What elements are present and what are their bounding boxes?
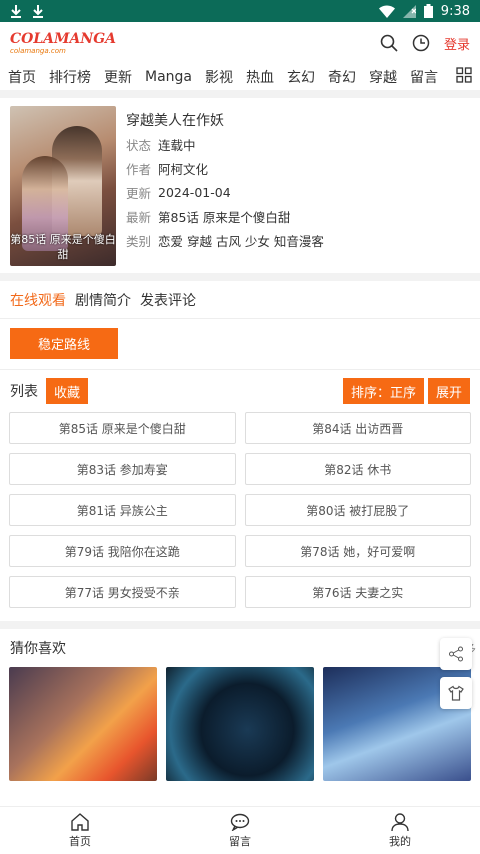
chapter-item[interactable]: 第79话 我陪你在这跪: [9, 535, 236, 567]
nav-item-hotblood[interactable]: 热血: [246, 67, 274, 87]
battery-icon: [423, 4, 433, 18]
bottom-tab-label: 首页: [69, 834, 91, 848]
user-icon: [390, 812, 410, 831]
home-icon: [70, 812, 90, 831]
chapter-item[interactable]: 第81话 异族公主: [9, 494, 236, 526]
recommend-cover[interactable]: [9, 667, 157, 781]
chapter-item[interactable]: 第83话 参加寿宴: [9, 453, 236, 485]
chapter-item[interactable]: 第77话 男女授受不亲: [9, 576, 236, 608]
book-cover[interactable]: 第85话 原来是个傻白甜: [10, 106, 116, 266]
bottom-tab-label: 我的: [389, 834, 411, 848]
cover-caption: 第85话 原来是个傻白甜: [10, 233, 116, 261]
logo-subtext: colamanga.com: [10, 46, 66, 55]
bottom-nav: 首页 留言 我的: [0, 806, 480, 854]
nav-item-xuanhuan[interactable]: 玄幻: [287, 67, 315, 87]
share-icon: [448, 646, 464, 662]
nav-item-messages[interactable]: 留言: [410, 67, 438, 87]
list-label: 列表: [10, 384, 38, 400]
chapter-item[interactable]: 第76话 夫妻之实: [244, 576, 471, 608]
stable-route-button[interactable]: 稳定路线: [10, 328, 118, 359]
share-button[interactable]: [440, 638, 472, 670]
nav-item-film[interactable]: 影视: [205, 67, 233, 87]
info-row-status: 状态 连载中: [126, 137, 196, 153]
nav-item-fantasy[interactable]: 奇幻: [328, 67, 356, 87]
chapter-item[interactable]: 第85话 原来是个傻白甜: [9, 412, 236, 444]
chapter-item[interactable]: 第82话 休书: [244, 453, 471, 485]
book-title: 穿越美人在作妖: [126, 113, 224, 129]
nav-item-manga[interactable]: Manga: [145, 69, 192, 85]
book-info: 第85话 原来是个傻白甜 穿越美人在作妖 状态 连载中 作者 阿柯文化 更新 2024…: [0, 98, 480, 273]
logo-text: COLAMANGA: [10, 30, 117, 47]
chapter-item[interactable]: 第84话 出访西晋: [244, 412, 471, 444]
clock-time: 9:38: [440, 3, 470, 19]
signal-icon: [402, 4, 416, 18]
expand-button[interactable]: 展开: [427, 378, 470, 404]
recommend-list: [0, 667, 480, 781]
chapter-list-bar: 列表 收藏 排序：正序 展开: [0, 370, 480, 412]
login-link[interactable]: 登录: [444, 34, 470, 53]
tab-watch-online[interactable]: 在线观看: [10, 290, 66, 310]
nav-item-home[interactable]: 首页: [8, 67, 36, 87]
nav-item-timetravel[interactable]: 穿越: [369, 67, 397, 87]
bottom-tab-profile[interactable]: 我的: [360, 812, 440, 849]
chapter-grid: 第85话 原来是个傻白甜 第84话 出访西晋 第83话 参加寿宴 第82话 休书…: [0, 412, 480, 621]
collect-button[interactable]: 收藏: [46, 378, 89, 404]
bottom-tab-home[interactable]: 首页: [40, 812, 120, 849]
recommend-cover[interactable]: [166, 667, 314, 781]
nav-item-updates[interactable]: 更新: [104, 67, 132, 87]
info-row-author: 作者 阿柯文化: [126, 161, 209, 177]
info-row-latest[interactable]: 最新 第85话 原来是个傻白甜: [126, 204, 470, 228]
tab-synopsis[interactable]: 剧情简介: [75, 290, 131, 310]
nav-item-ranking[interactable]: 排行榜: [49, 67, 91, 87]
bottom-tab-label: 留言: [229, 834, 251, 848]
info-row-updated: 更新 2024-01-04: [126, 184, 231, 201]
logo[interactable]: COLAMANGA colamanga.com: [10, 32, 116, 55]
sort-button[interactable]: 排序：正序: [342, 378, 424, 404]
grid-menu-icon[interactable]: [450, 67, 472, 83]
info-row-category: 类别 恋爱 穿越 古风 少女 知音漫客: [126, 233, 324, 249]
divider: [0, 90, 480, 98]
shirt-icon: [448, 685, 464, 701]
wifi-icon: [378, 5, 395, 18]
download-icon: [32, 4, 44, 18]
chapter-item[interactable]: 第78话 她，好可爱啊: [244, 535, 471, 567]
chat-icon: [230, 813, 250, 831]
tab-comment[interactable]: 发表评论: [140, 290, 196, 310]
divider: [0, 273, 480, 281]
chapter-item[interactable]: 第80话 被打屁股了: [244, 494, 471, 526]
recommend-header: 猜你喜欢 更多: [0, 629, 480, 667]
route-section: 稳定路线: [0, 319, 480, 370]
search-icon[interactable]: [380, 34, 398, 52]
bottom-tab-messages[interactable]: 留言: [200, 813, 280, 849]
skin-button[interactable]: [440, 677, 472, 709]
divider: [0, 621, 480, 629]
status-bar: 9:38: [0, 0, 480, 22]
download-icon: [10, 4, 22, 18]
history-icon[interactable]: [412, 34, 430, 52]
detail-tabs: 在线观看 剧情简介 发表评论: [0, 281, 480, 319]
app-header: COLAMANGA colamanga.com 登录: [0, 22, 480, 64]
recommend-title: 猜你喜欢: [10, 641, 66, 657]
category-nav: 首页 排行榜 更新 Manga 影视 热血 玄幻 奇幻 穿越 留言: [0, 64, 480, 90]
